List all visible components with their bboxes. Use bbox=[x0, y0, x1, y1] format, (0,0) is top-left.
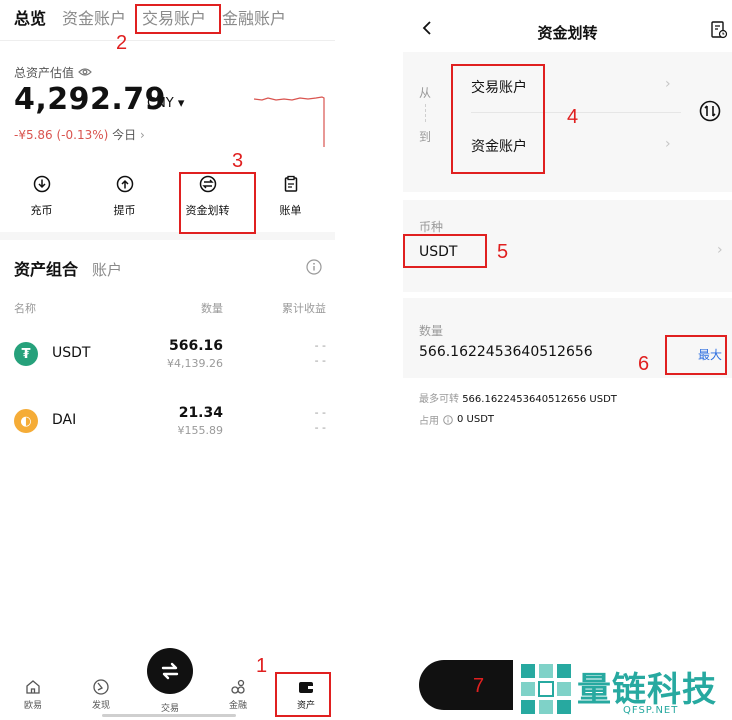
col-pnl: 累计收益 bbox=[282, 302, 326, 315]
col-quantity: 数量 bbox=[201, 302, 223, 315]
annotation-box-5 bbox=[403, 234, 487, 268]
withdraw-label: 提币 bbox=[113, 204, 136, 217]
tab-finance-account[interactable]: 金融账户 bbox=[222, 8, 286, 32]
portfolio-tabs: 资产组合 账户 bbox=[14, 256, 122, 280]
eye-icon[interactable] bbox=[78, 66, 92, 80]
chevron-right-icon: › bbox=[139, 128, 145, 142]
tab-overview[interactable]: 总览 bbox=[14, 8, 46, 32]
total-balance: 4,292.79 bbox=[14, 82, 167, 117]
asset-overview-screen: 总览 资金账户 交易 账户 金融账户 总资产估值 4,292.79 CNY ▾ -… bbox=[0, 0, 335, 720]
amount-input[interactable]: 566.1622453640512656 bbox=[419, 344, 593, 360]
finance-icon bbox=[231, 679, 245, 694]
deposit-button[interactable]: 充币 bbox=[0, 172, 83, 218]
action-row: 充币 提币 资金划转 账单 bbox=[0, 172, 335, 218]
withdraw-button[interactable]: 提币 bbox=[83, 172, 166, 218]
occupied-value: 0 USDT bbox=[457, 414, 495, 425]
section-gap bbox=[0, 232, 335, 240]
to-label: 到 bbox=[419, 130, 432, 144]
chevron-right-icon: › bbox=[717, 242, 723, 258]
usdt-coin-icon: ₮ bbox=[14, 342, 38, 366]
chevron-right-icon: › bbox=[665, 136, 671, 152]
swap-arrows-icon bbox=[161, 662, 179, 680]
asset-quantity: 566.16 bbox=[168, 338, 223, 354]
coin-label: 币种 bbox=[419, 220, 444, 234]
trade-fab[interactable] bbox=[147, 648, 193, 694]
annotation-4: 4 bbox=[567, 106, 579, 128]
occupied-label: 占用 bbox=[419, 416, 439, 427]
asset-pnl: - - bbox=[314, 339, 326, 352]
watermark-logo bbox=[521, 664, 571, 714]
estimate-label-row: 总资产估值 bbox=[14, 64, 92, 81]
tab-portfolio[interactable]: 资产组合 bbox=[14, 256, 78, 280]
asset-symbol: DAI bbox=[52, 412, 77, 428]
bill-label: 账单 bbox=[279, 204, 302, 217]
change-period: 今日 bbox=[112, 128, 137, 142]
tab-account[interactable]: 账户 bbox=[92, 259, 122, 280]
asset-pnl: - - bbox=[314, 406, 326, 419]
header-divider bbox=[0, 40, 335, 41]
annotation-box-4 bbox=[451, 64, 545, 174]
info-icon[interactable] bbox=[443, 414, 453, 425]
occupied-amount: 占用 0 USDT bbox=[419, 412, 494, 427]
annotation-1: 1 bbox=[256, 655, 268, 677]
deposit-icon bbox=[33, 175, 50, 193]
chevron-right-icon: › bbox=[665, 76, 671, 92]
discover-icon bbox=[93, 679, 109, 695]
nav-finance[interactable]: 金融 bbox=[213, 676, 263, 711]
dai-coin-icon: ◐ bbox=[14, 409, 38, 433]
annotation-box-6 bbox=[665, 335, 727, 375]
home-icon bbox=[26, 680, 40, 694]
asset-pnl-rate: - - bbox=[314, 354, 326, 367]
asset-quantity: 21.34 bbox=[178, 405, 223, 421]
nav-finance-label: 金融 bbox=[228, 701, 247, 711]
asset-symbol: USDT bbox=[52, 345, 91, 361]
nav-discover-label: 发现 bbox=[91, 701, 110, 711]
withdraw-icon bbox=[116, 175, 133, 193]
nav-trade-label: 交易 bbox=[160, 704, 179, 714]
annotation-2: 2 bbox=[116, 32, 128, 54]
transfer-screen: 资金划转 从 到 交易账户 资金账户 › › 币种 USDT › 数量 566.… bbox=[403, 0, 732, 720]
bill-button[interactable]: 账单 bbox=[249, 172, 332, 218]
available-value: 566.1622453640512656 USDT bbox=[462, 394, 617, 405]
annotation-6: 6 bbox=[638, 353, 650, 375]
nav-discover[interactable]: 发现 bbox=[76, 676, 126, 711]
annotation-box-1 bbox=[275, 672, 331, 717]
nav-okx-label: 欧易 bbox=[23, 701, 42, 711]
annotation-box-2 bbox=[135, 4, 221, 34]
available-label: 最多可转 bbox=[419, 394, 459, 405]
change-amount: -¥5.86 (-0.13%) bbox=[14, 128, 109, 142]
available-amount: 最多可转 566.1622453640512656 USDT bbox=[419, 390, 617, 405]
transfer-header: 资金划转 bbox=[403, 0, 732, 50]
home-indicator bbox=[102, 714, 236, 717]
annotation-5: 5 bbox=[497, 241, 509, 263]
estimate-label: 总资产估值 bbox=[14, 66, 75, 80]
from-to-connector bbox=[425, 104, 426, 122]
col-name: 名称 bbox=[14, 302, 36, 315]
asset-value: ¥4,139.26 bbox=[167, 357, 223, 370]
balance-sparkline bbox=[254, 96, 325, 147]
nav-okx[interactable]: 欧易 bbox=[8, 676, 58, 711]
watermark-text: 量链科技 bbox=[577, 670, 717, 710]
info-icon[interactable] bbox=[306, 259, 322, 275]
page-title: 资金划转 bbox=[537, 24, 598, 42]
gutter bbox=[335, 0, 403, 720]
annotation-box-3 bbox=[179, 172, 256, 234]
amount-label: 数量 bbox=[419, 324, 444, 338]
asset-pnl-rate: - - bbox=[314, 421, 326, 434]
daily-change[interactable]: -¥5.86 (-0.13%) 今日 › bbox=[14, 126, 145, 143]
deposit-label: 充币 bbox=[30, 204, 53, 217]
annotation-3: 3 bbox=[232, 150, 244, 172]
watermark: 量链科技 QFSP.NET bbox=[513, 656, 732, 720]
clipboard-icon bbox=[284, 175, 297, 192]
watermark-url: QFSP.NET bbox=[623, 705, 679, 716]
swap-direction-icon[interactable] bbox=[699, 100, 721, 122]
history-icon[interactable] bbox=[710, 20, 728, 40]
asset-row-dai[interactable]: ◐ DAI 21.34 ¥155.89 - - - - bbox=[14, 401, 326, 441]
annotation-7: 7 bbox=[473, 675, 485, 697]
asset-value: ¥155.89 bbox=[177, 424, 224, 437]
currency-selector[interactable]: CNY ▾ bbox=[147, 96, 184, 111]
asset-row-usdt[interactable]: ₮ USDT 566.16 ¥4,139.26 - - - - bbox=[14, 334, 326, 374]
from-label: 从 bbox=[419, 86, 432, 100]
tab-funding-account[interactable]: 资金账户 bbox=[62, 8, 126, 32]
